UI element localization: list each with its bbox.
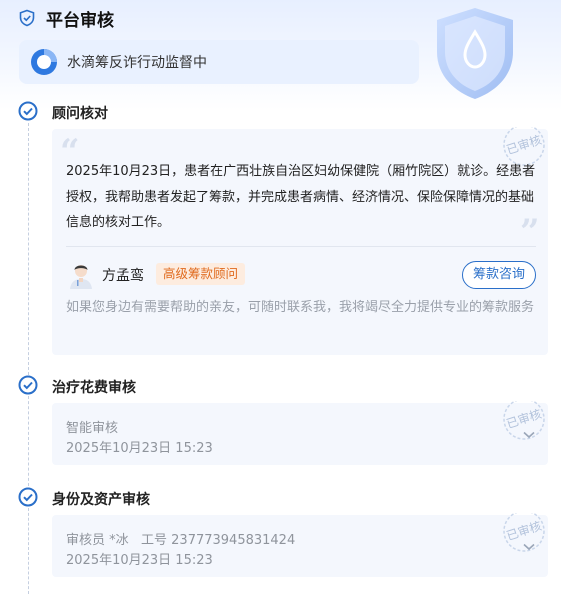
check-circle-icon — [18, 101, 38, 121]
reviewer-label: 智能审核 — [66, 421, 119, 436]
advisor-note: 如果您身边有需要帮助的亲友，可随时联系我，我将竭尽全力提供专业的筹款服务 — [66, 300, 535, 315]
shield-check-icon — [19, 9, 35, 27]
advisor-level-badge: 高级筹款顾问 — [156, 263, 246, 285]
identity-assets-panel[interactable]: 已审核 审核员 *冰 工号 237773945831424 2025年10月23… — [52, 513, 548, 577]
timeline-line — [28, 123, 29, 375]
advisor-check-panel: “ ” 已审核 2025年10月23日，患者在广西壮族自治区妇幼保健院（厢竹院区… — [52, 127, 548, 355]
svg-text:已审核: 已审核 — [504, 518, 543, 543]
banner-text: 水滴筹反诈行动监督中 — [67, 55, 207, 71]
check-circle-icon — [18, 487, 38, 507]
anti-fraud-banner: 水滴筹反诈行动监督中 — [19, 40, 419, 84]
timeline-line — [28, 508, 29, 594]
chevron-down-icon[interactable] — [523, 543, 535, 551]
step-title-treatment-cost: 治疗花费审核 — [52, 380, 136, 396]
advisor-check-description: 2025年10月23日，患者在广西壮族自治区妇幼保健院（厢竹院区）就诊。经患者授… — [66, 164, 536, 230]
chevron-down-icon[interactable] — [523, 431, 535, 439]
svg-text:已审核: 已审核 — [504, 132, 543, 157]
platform-review-card: 平台审核 水滴筹反诈行动监督中 顾问核对 “ ” 已审核 2025年10月23日… — [0, 0, 561, 594]
approved-stamp-icon: 已审核 — [503, 401, 545, 440]
review-timestamp: 2025年10月23日 15:23 — [66, 553, 213, 568]
header: 平台审核 — [18, 6, 114, 31]
divider — [66, 246, 536, 247]
treatment-cost-panel[interactable]: 已审核 智能审核 2025年10月23日 15:23 — [52, 401, 548, 465]
timeline-line — [28, 396, 29, 486]
advisor-avatar — [66, 259, 96, 289]
reviewer-info: 审核员 *冰 工号 237773945831424 — [66, 533, 296, 548]
svg-text:已审核: 已审核 — [504, 406, 543, 431]
check-circle-icon — [18, 375, 38, 395]
approved-stamp-icon: 已审核 — [503, 513, 545, 552]
step-title-advisor-check: 顾问核对 — [52, 106, 108, 122]
review-timestamp: 2025年10月23日 15:23 — [66, 441, 213, 456]
fundraising-consult-button[interactable]: 筹款咨询 — [462, 261, 536, 289]
page-title: 平台审核 — [46, 10, 114, 31]
shield-decoration-icon — [437, 8, 513, 99]
step-title-identity-assets: 身份及资产审核 — [52, 492, 150, 508]
water-drop-icon — [31, 49, 57, 75]
advisor-name: 方孟鸾 — [102, 268, 144, 284]
